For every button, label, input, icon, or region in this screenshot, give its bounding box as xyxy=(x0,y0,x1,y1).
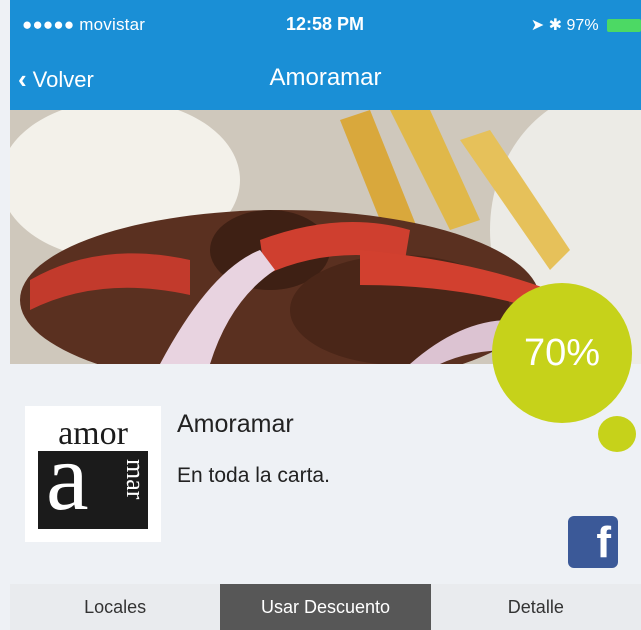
battery-percent: 97% xyxy=(566,17,599,34)
status-right: ➤ ✱ 97% xyxy=(531,15,641,35)
page-title: Amoramar xyxy=(269,64,382,91)
battery-icon xyxy=(607,19,641,33)
status-time: 12:58 PM xyxy=(286,14,365,34)
logo-mark: amor a mar xyxy=(38,419,148,529)
location-icon: ➤ xyxy=(530,17,545,34)
shop-name: Amoramar xyxy=(177,410,294,438)
facebook-icon[interactable]: f xyxy=(568,516,618,568)
discount-badge: 70% xyxy=(492,283,632,423)
offer-description: En toda la carta. xyxy=(177,464,330,487)
logo-text-side: mar xyxy=(121,459,148,500)
decorative-dot xyxy=(598,416,636,452)
tab-locales[interactable]: Locales xyxy=(10,584,220,630)
logo-text-big: a xyxy=(46,423,89,529)
bluetooth-icon: ✱ xyxy=(548,17,563,34)
status-bar: ●●●●● movistar 12:58 PM ➤ ✱ 97% xyxy=(10,0,641,48)
shop-logo: amor a mar xyxy=(25,406,161,542)
top-bar: ●●●●● movistar 12:58 PM ➤ ✱ 97% ‹ Volver… xyxy=(10,0,641,110)
facebook-glyph: f xyxy=(596,518,611,567)
bottom-tabs: Locales Usar Descuento Detalle xyxy=(10,584,641,630)
carrier-label: ●●●●● movistar xyxy=(22,15,146,34)
tab-usar-descuento[interactable]: Usar Descuento xyxy=(220,584,431,630)
nav-bar: ‹ Volver Amoramar xyxy=(10,50,641,108)
tab-detalle[interactable]: Detalle xyxy=(431,584,641,630)
